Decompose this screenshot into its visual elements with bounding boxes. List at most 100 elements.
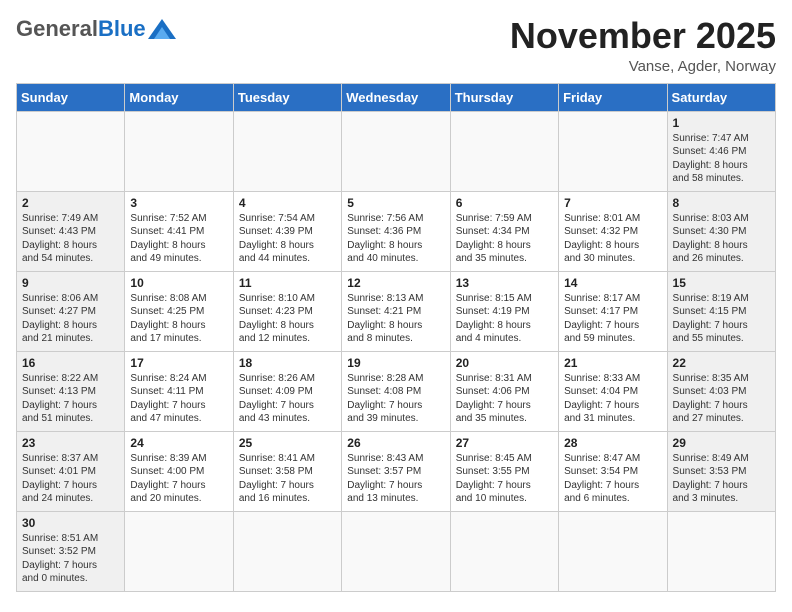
calendar-week-1: 1Sunrise: 7:47 AM Sunset: 4:46 PM Daylig… [17,111,776,191]
calendar-cell: 13Sunrise: 8:15 AM Sunset: 4:19 PM Dayli… [450,271,558,351]
day-info: Sunrise: 8:08 AM Sunset: 4:25 PM Dayligh… [130,292,227,346]
day-info: Sunrise: 8:39 AM Sunset: 4:00 PM Dayligh… [130,452,227,506]
calendar-cell: 3Sunrise: 7:52 AM Sunset: 4:41 PM Daylig… [125,191,233,271]
day-number: 6 [456,196,553,210]
calendar-cell [233,511,341,591]
day-number: 11 [239,276,336,290]
day-info: Sunrise: 8:01 AM Sunset: 4:32 PM Dayligh… [564,212,661,266]
weekday-wednesday: Wednesday [342,83,450,111]
day-info: Sunrise: 8:17 AM Sunset: 4:17 PM Dayligh… [564,292,661,346]
calendar-cell [559,111,667,191]
weekday-thursday: Thursday [450,83,558,111]
day-number: 16 [22,356,119,370]
calendar-week-4: 16 Sunrise: 8:22 AM Sunset: 4:13 PM Dayli… [17,351,776,431]
day-number: 19 [347,356,444,370]
calendar-cell [450,511,558,591]
calendar-cell: 7 Sunrise: 8:01 AM Sunset: 4:32 PM Daylig… [559,191,667,271]
day-number: 12 [347,276,444,290]
day-info: Sunrise: 8:28 AM Sunset: 4:08 PM Dayligh… [347,372,444,426]
calendar-cell: 16 Sunrise: 8:22 AM Sunset: 4:13 PM Dayli… [17,351,125,431]
day-info: Sunrise: 8:13 AM Sunset: 4:21 PM Dayligh… [347,292,444,346]
month-title: November 2025 [510,16,776,56]
calendar-week-2: 2 Sunrise: 7:49 AM Sunset: 4:43 PM Daylig… [17,191,776,271]
day-number: 1 [673,116,770,130]
day-number: 9 [22,276,119,290]
calendar-cell: 18Sunrise: 8:26 AM Sunset: 4:09 PM Dayli… [233,351,341,431]
day-info: Sunrise: 8:22 AM Sunset: 4:13 PM Dayligh… [22,372,119,426]
day-info: Sunrise: 8:41 AM Sunset: 3:58 PM Dayligh… [239,452,336,506]
day-info: Sunrise: 8:06 AM Sunset: 4:27 PM Dayligh… [22,292,119,346]
page-header: General Blue November 2025 Vanse, Agder,… [16,16,776,75]
calendar-cell: 30Sunrise: 8:51 AM Sunset: 3:52 PM Dayli… [17,511,125,591]
day-number: 4 [239,196,336,210]
weekday-saturday: Saturday [667,83,775,111]
day-number: 27 [456,436,553,450]
calendar-week-5: 23Sunrise: 8:37 AM Sunset: 4:01 PM Dayli… [17,431,776,511]
day-number: 25 [239,436,336,450]
day-info: Sunrise: 7:59 AM Sunset: 4:34 PM Dayligh… [456,212,553,266]
day-number: 14 [564,276,661,290]
day-number: 8 [673,196,770,210]
day-number: 22 [673,356,770,370]
calendar-header: SundayMondayTuesdayWednesdayThursdayFrid… [17,83,776,111]
logo: General Blue [16,16,176,42]
calendar-cell: 5Sunrise: 7:56 AM Sunset: 4:36 PM Daylig… [342,191,450,271]
calendar-cell: 19 Sunrise: 8:28 AM Sunset: 4:08 PM Dayli… [342,351,450,431]
weekday-tuesday: Tuesday [233,83,341,111]
calendar-cell: 23Sunrise: 8:37 AM Sunset: 4:01 PM Dayli… [17,431,125,511]
day-number: 2 [22,196,119,210]
calendar-cell [450,111,558,191]
logo-blue: Blue [98,16,146,42]
day-number: 7 [564,196,661,210]
calendar-cell [125,111,233,191]
day-number: 5 [347,196,444,210]
day-info: Sunrise: 8:51 AM Sunset: 3:52 PM Dayligh… [22,532,119,586]
calendar-cell: 29 Sunrise: 8:49 AM Sunset: 3:53 PM Dayli… [667,431,775,511]
calendar-cell: 1Sunrise: 7:47 AM Sunset: 4:46 PM Daylig… [667,111,775,191]
day-number: 17 [130,356,227,370]
day-info: Sunrise: 8:33 AM Sunset: 4:04 PM Dayligh… [564,372,661,426]
day-info: Sunrise: 8:26 AM Sunset: 4:09 PM Dayligh… [239,372,336,426]
day-info: Sunrise: 7:49 AM Sunset: 4:43 PM Dayligh… [22,212,119,266]
calendar-cell: 26Sunrise: 8:43 AM Sunset: 3:57 PM Dayli… [342,431,450,511]
calendar-cell: 14 Sunrise: 8:17 AM Sunset: 4:17 PM Dayli… [559,271,667,351]
calendar-cell: 2 Sunrise: 7:49 AM Sunset: 4:43 PM Daylig… [17,191,125,271]
day-info: Sunrise: 8:24 AM Sunset: 4:11 PM Dayligh… [130,372,227,426]
calendar-cell: 17 Sunrise: 8:24 AM Sunset: 4:11 PM Dayli… [125,351,233,431]
logo-general: General [16,16,98,42]
day-info: Sunrise: 8:35 AM Sunset: 4:03 PM Dayligh… [673,372,770,426]
calendar-cell: 21 Sunrise: 8:33 AM Sunset: 4:04 PM Dayli… [559,351,667,431]
logo-icon [148,19,176,39]
day-info: Sunrise: 8:03 AM Sunset: 4:30 PM Dayligh… [673,212,770,266]
day-info: Sunrise: 8:49 AM Sunset: 3:53 PM Dayligh… [673,452,770,506]
calendar-cell: 10 Sunrise: 8:08 AM Sunset: 4:25 PM Dayli… [125,271,233,351]
day-info: Sunrise: 7:54 AM Sunset: 4:39 PM Dayligh… [239,212,336,266]
calendar-cell: 24 Sunrise: 8:39 AM Sunset: 4:00 PM Dayli… [125,431,233,511]
day-number: 29 [673,436,770,450]
day-number: 24 [130,436,227,450]
title-block: November 2025 Vanse, Agder, Norway [510,16,776,75]
calendar-cell [125,511,233,591]
day-number: 21 [564,356,661,370]
day-info: Sunrise: 8:47 AM Sunset: 3:54 PM Dayligh… [564,452,661,506]
day-number: 20 [456,356,553,370]
calendar-cell [667,511,775,591]
day-number: 10 [130,276,227,290]
day-info: Sunrise: 8:15 AM Sunset: 4:19 PM Dayligh… [456,292,553,346]
calendar-body: 1Sunrise: 7:47 AM Sunset: 4:46 PM Daylig… [17,111,776,591]
calendar-cell: 4 Sunrise: 7:54 AM Sunset: 4:39 PM Daylig… [233,191,341,271]
day-number: 28 [564,436,661,450]
calendar: SundayMondayTuesdayWednesdayThursdayFrid… [16,83,776,592]
calendar-cell: 11Sunrise: 8:10 AM Sunset: 4:23 PM Dayli… [233,271,341,351]
calendar-cell [233,111,341,191]
calendar-cell [17,111,125,191]
calendar-cell: 20Sunrise: 8:31 AM Sunset: 4:06 PM Dayli… [450,351,558,431]
day-info: Sunrise: 8:43 AM Sunset: 3:57 PM Dayligh… [347,452,444,506]
calendar-cell: 22 Sunrise: 8:35 AM Sunset: 4:03 PM Dayli… [667,351,775,431]
calendar-cell: 9 Sunrise: 8:06 AM Sunset: 4:27 PM Daylig… [17,271,125,351]
day-number: 15 [673,276,770,290]
calendar-cell [342,511,450,591]
weekday-header-row: SundayMondayTuesdayWednesdayThursdayFrid… [17,83,776,111]
day-info: Sunrise: 8:45 AM Sunset: 3:55 PM Dayligh… [456,452,553,506]
day-number: 3 [130,196,227,210]
